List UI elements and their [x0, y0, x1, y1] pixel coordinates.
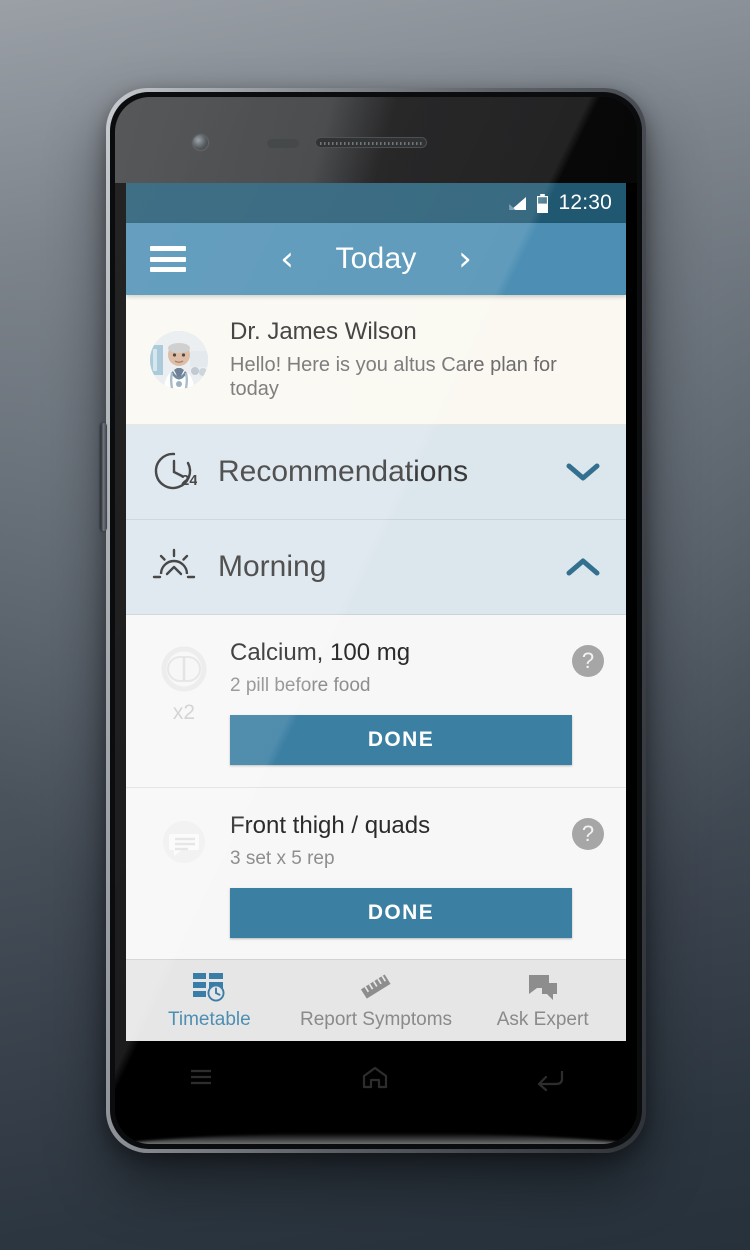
volume-key[interactable]	[101, 423, 107, 531]
date-navigator: ‹ Today ›	[274, 242, 478, 276]
tab-label-report-symptoms: Report Symptoms	[299, 1009, 453, 1030]
task-subtitle-calcium: 2 pill before food	[230, 674, 371, 696]
status-bar: 12:30	[126, 183, 626, 223]
home-key-icon[interactable]	[360, 1065, 390, 1096]
section-title-recommendations: Recommendations	[218, 455, 469, 488]
task-subtitle-front-thigh-quads: 3 set x 5 rep	[230, 847, 335, 869]
proximity-sensor-icon	[267, 139, 299, 148]
battery-icon	[536, 193, 549, 213]
back-key-icon[interactable]	[535, 1065, 565, 1096]
previous-day-button[interactable]: ‹	[274, 242, 300, 276]
chevron-down-icon[interactable]	[566, 461, 604, 483]
greeting-message: Hello! Here is you altus Care plan for t…	[230, 354, 557, 401]
task-title-front-thigh-quads: Front thigh / quads	[230, 811, 431, 839]
phone-device-frame: 12:30 ‹ Today › Dr. James Wilson Hello! …	[106, 88, 646, 1153]
task-icon-wrap: x2	[148, 639, 220, 765]
phone-inner-bezel: 12:30 ‹ Today › Dr. James Wilson Hello! …	[110, 92, 642, 1149]
done-button-calcium[interactable]: DONE	[230, 714, 572, 765]
ruler-icon	[358, 970, 394, 1004]
phone-chin-highlight	[115, 1133, 637, 1144]
tab-label-ask-expert: Ask Expert	[496, 1009, 589, 1030]
hamburger-menu-icon[interactable]	[150, 246, 186, 272]
front-camera-icon	[193, 135, 208, 150]
section-header-recommendations[interactable]: 24 Recommendations	[126, 425, 626, 520]
menu-key-icon[interactable]	[187, 1065, 215, 1094]
doctor-name: Dr. James Wilson	[230, 317, 417, 345]
doctor-greeting-card[interactable]: Dr. James Wilson Hello! Here is you altu…	[126, 295, 626, 425]
task-icon-wrap	[148, 812, 220, 938]
tab-label-timetable: Timetable	[167, 1009, 251, 1030]
help-icon-front-thigh-quads[interactable]: ?	[572, 817, 604, 850]
tab-ask-expert[interactable]: Ask Expert	[459, 960, 626, 1041]
tab-timetable[interactable]: Timetable	[126, 960, 293, 1041]
tab-report-symptoms[interactable]: Report Symptoms	[293, 960, 460, 1041]
chevron-up-icon[interactable]	[566, 556, 604, 578]
phone-screen-glass: 12:30 ‹ Today › Dr. James Wilson Hello! …	[115, 97, 637, 1144]
earpiece-speaker-icon	[315, 137, 427, 148]
timetable-clock-icon	[192, 970, 226, 1004]
task-body-front-thigh-quads: Front thigh / quads 3 set x 5 rep DONE	[220, 812, 572, 938]
doctor-avatar	[150, 330, 208, 389]
status-bar-time: 12:30	[558, 191, 612, 214]
clock-24-icon: 24	[148, 449, 200, 495]
page-title: Today	[335, 242, 417, 275]
greeting-text-block: Dr. James Wilson Hello! Here is you altu…	[230, 318, 602, 402]
phone-top-bezel	[115, 97, 637, 183]
done-button-front-thigh-quads[interactable]: DONE	[230, 887, 572, 938]
task-row-calcium[interactable]: x2 Calcium, 100 mg 2 pill before food DO…	[126, 615, 626, 788]
app-bar: ‹ Today ›	[126, 223, 626, 295]
next-day-button[interactable]: ›	[452, 242, 478, 276]
task-body-calcium: Calcium, 100 mg 2 pill before food DONE	[220, 639, 572, 765]
pill-icon	[161, 646, 207, 692]
sunrise-icon	[148, 544, 200, 590]
app-screen: 12:30 ‹ Today › Dr. James Wilson Hello! …	[126, 183, 626, 1041]
svg-text:24: 24	[181, 472, 197, 489]
section-title-morning: Morning	[218, 550, 327, 583]
chat-bubbles-icon	[525, 970, 561, 1004]
task-count-calcium: x2	[172, 701, 196, 724]
section-header-morning[interactable]: Morning	[126, 520, 626, 615]
signal-icon	[508, 196, 527, 211]
task-title-calcium: Calcium, 100 mg	[230, 639, 411, 666]
help-icon-calcium[interactable]: ?	[572, 645, 604, 677]
speech-bubble-icon	[163, 820, 205, 863]
task-row-front-thigh-quads[interactable]: Front thigh / quads 3 set x 5 rep DONE ?	[126, 787, 626, 961]
bottom-tab-bar: Timetable Report Symptoms Ask Expert	[126, 959, 626, 1041]
phone-bottom-bezel	[115, 1041, 637, 1144]
